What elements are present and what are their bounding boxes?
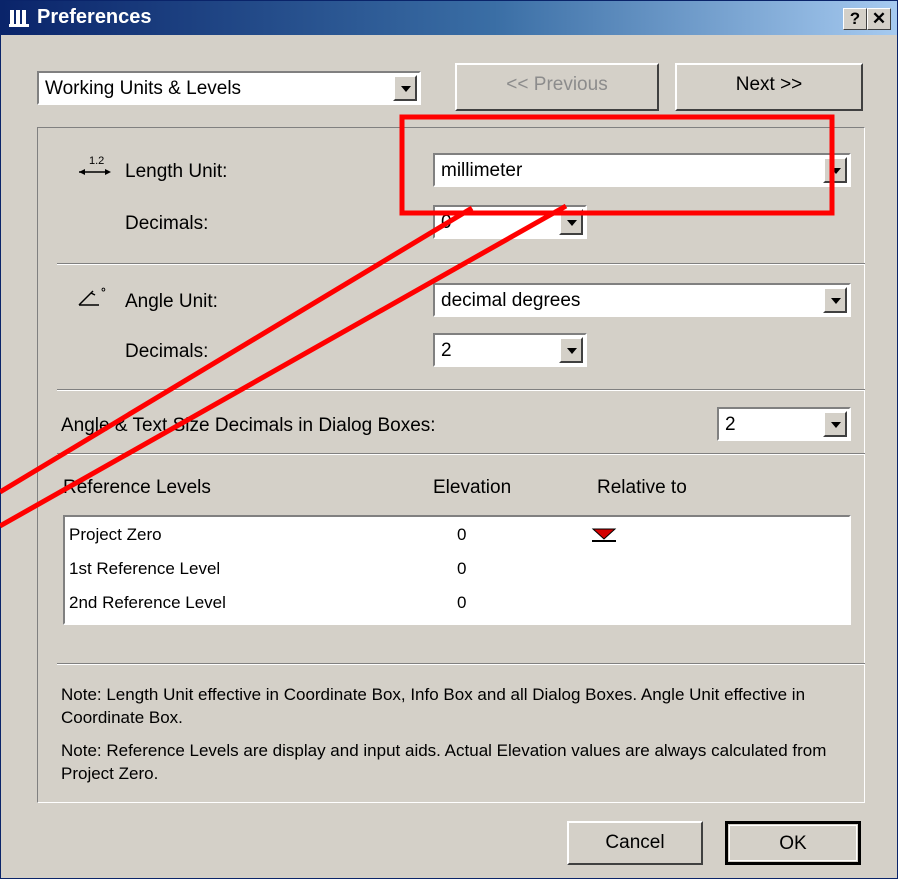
page-select[interactable]: Working Units & Levels (37, 71, 421, 105)
list-item[interactable]: Project Zero 0 (69, 519, 829, 553)
level-elevation: 0 (457, 593, 467, 612)
app-icon (9, 10, 29, 27)
angle-decimals-value: 2 (441, 340, 452, 361)
angle-decimals-select[interactable]: 2 (433, 333, 587, 367)
reference-levels-list[interactable]: Project Zero 0 1st Reference Level 0 2nd… (63, 515, 851, 625)
dialog-decimals-label: Angle & Text Size Decimals in Dialog Box… (61, 415, 436, 436)
chevron-down-icon[interactable] (393, 75, 417, 101)
levels-header-elevation: Elevation (433, 477, 512, 498)
dialog-decimals-value: 2 (725, 414, 736, 435)
list-item[interactable]: 1st Reference Level 0 (69, 553, 829, 587)
length-decimals-select[interactable]: 0 (433, 205, 587, 239)
title-bar[interactable]: Preferences ? ✕ (1, 1, 897, 35)
level-name: 2nd Reference Level (69, 593, 226, 612)
ok-button[interactable]: OK (725, 821, 861, 865)
divider (57, 389, 865, 391)
divider (57, 263, 865, 265)
close-button[interactable]: ✕ (867, 8, 891, 30)
note-length-unit: Note: Length Unit effective in Coordinat… (61, 685, 806, 727)
dialog-decimals-select[interactable]: 2 (717, 407, 851, 441)
level-name: Project Zero (69, 525, 162, 544)
level-elevation: 0 (457, 525, 467, 544)
divider (57, 663, 865, 665)
preferences-window: Preferences ? ✕ Working Units & Levels <… (0, 0, 898, 879)
project-zero-marker-icon (591, 528, 617, 542)
levels-header-relative: Relative to (597, 477, 687, 498)
angle-unit-value: decimal degrees (441, 290, 581, 311)
length-decimals-label: Decimals: (125, 213, 209, 234)
divider (57, 453, 865, 455)
length-unit-select[interactable]: millimeter (433, 153, 851, 187)
cancel-button[interactable]: Cancel (567, 821, 703, 865)
help-button[interactable]: ? (843, 8, 867, 30)
window-title: Preferences (37, 6, 152, 28)
list-item[interactable]: 2nd Reference Level 0 (69, 587, 829, 621)
note-reference-levels: Note: Reference Levels are display and i… (61, 741, 827, 783)
length-unit-icon-text: 1.2 (89, 155, 104, 167)
length-unit-label: Length Unit: (125, 161, 228, 182)
angle-unit-select[interactable]: decimal degrees (433, 283, 851, 317)
levels-header-name: Reference Levels (63, 477, 211, 498)
level-elevation: 0 (457, 559, 467, 578)
chevron-down-icon[interactable] (823, 157, 847, 183)
angle-unit-icon-text: ° (101, 285, 106, 299)
page-select-value: Working Units & Levels (45, 78, 242, 99)
level-name: 1st Reference Level (69, 559, 221, 578)
angle-decimals-label: Decimals: (125, 341, 209, 362)
length-unit-icon: 1.2 (79, 155, 111, 175)
length-unit-value: millimeter (441, 160, 523, 181)
chevron-down-icon[interactable] (823, 411, 847, 437)
length-decimals-value: 0 (441, 212, 452, 233)
previous-button[interactable]: << Previous (455, 63, 659, 111)
chevron-down-icon[interactable] (823, 287, 847, 313)
angle-unit-icon: ° (78, 285, 106, 306)
angle-unit-label: Angle Unit: (125, 291, 218, 312)
next-button[interactable]: Next >> (675, 63, 863, 111)
chevron-down-icon[interactable] (559, 209, 583, 235)
chevron-down-icon[interactable] (559, 337, 583, 363)
